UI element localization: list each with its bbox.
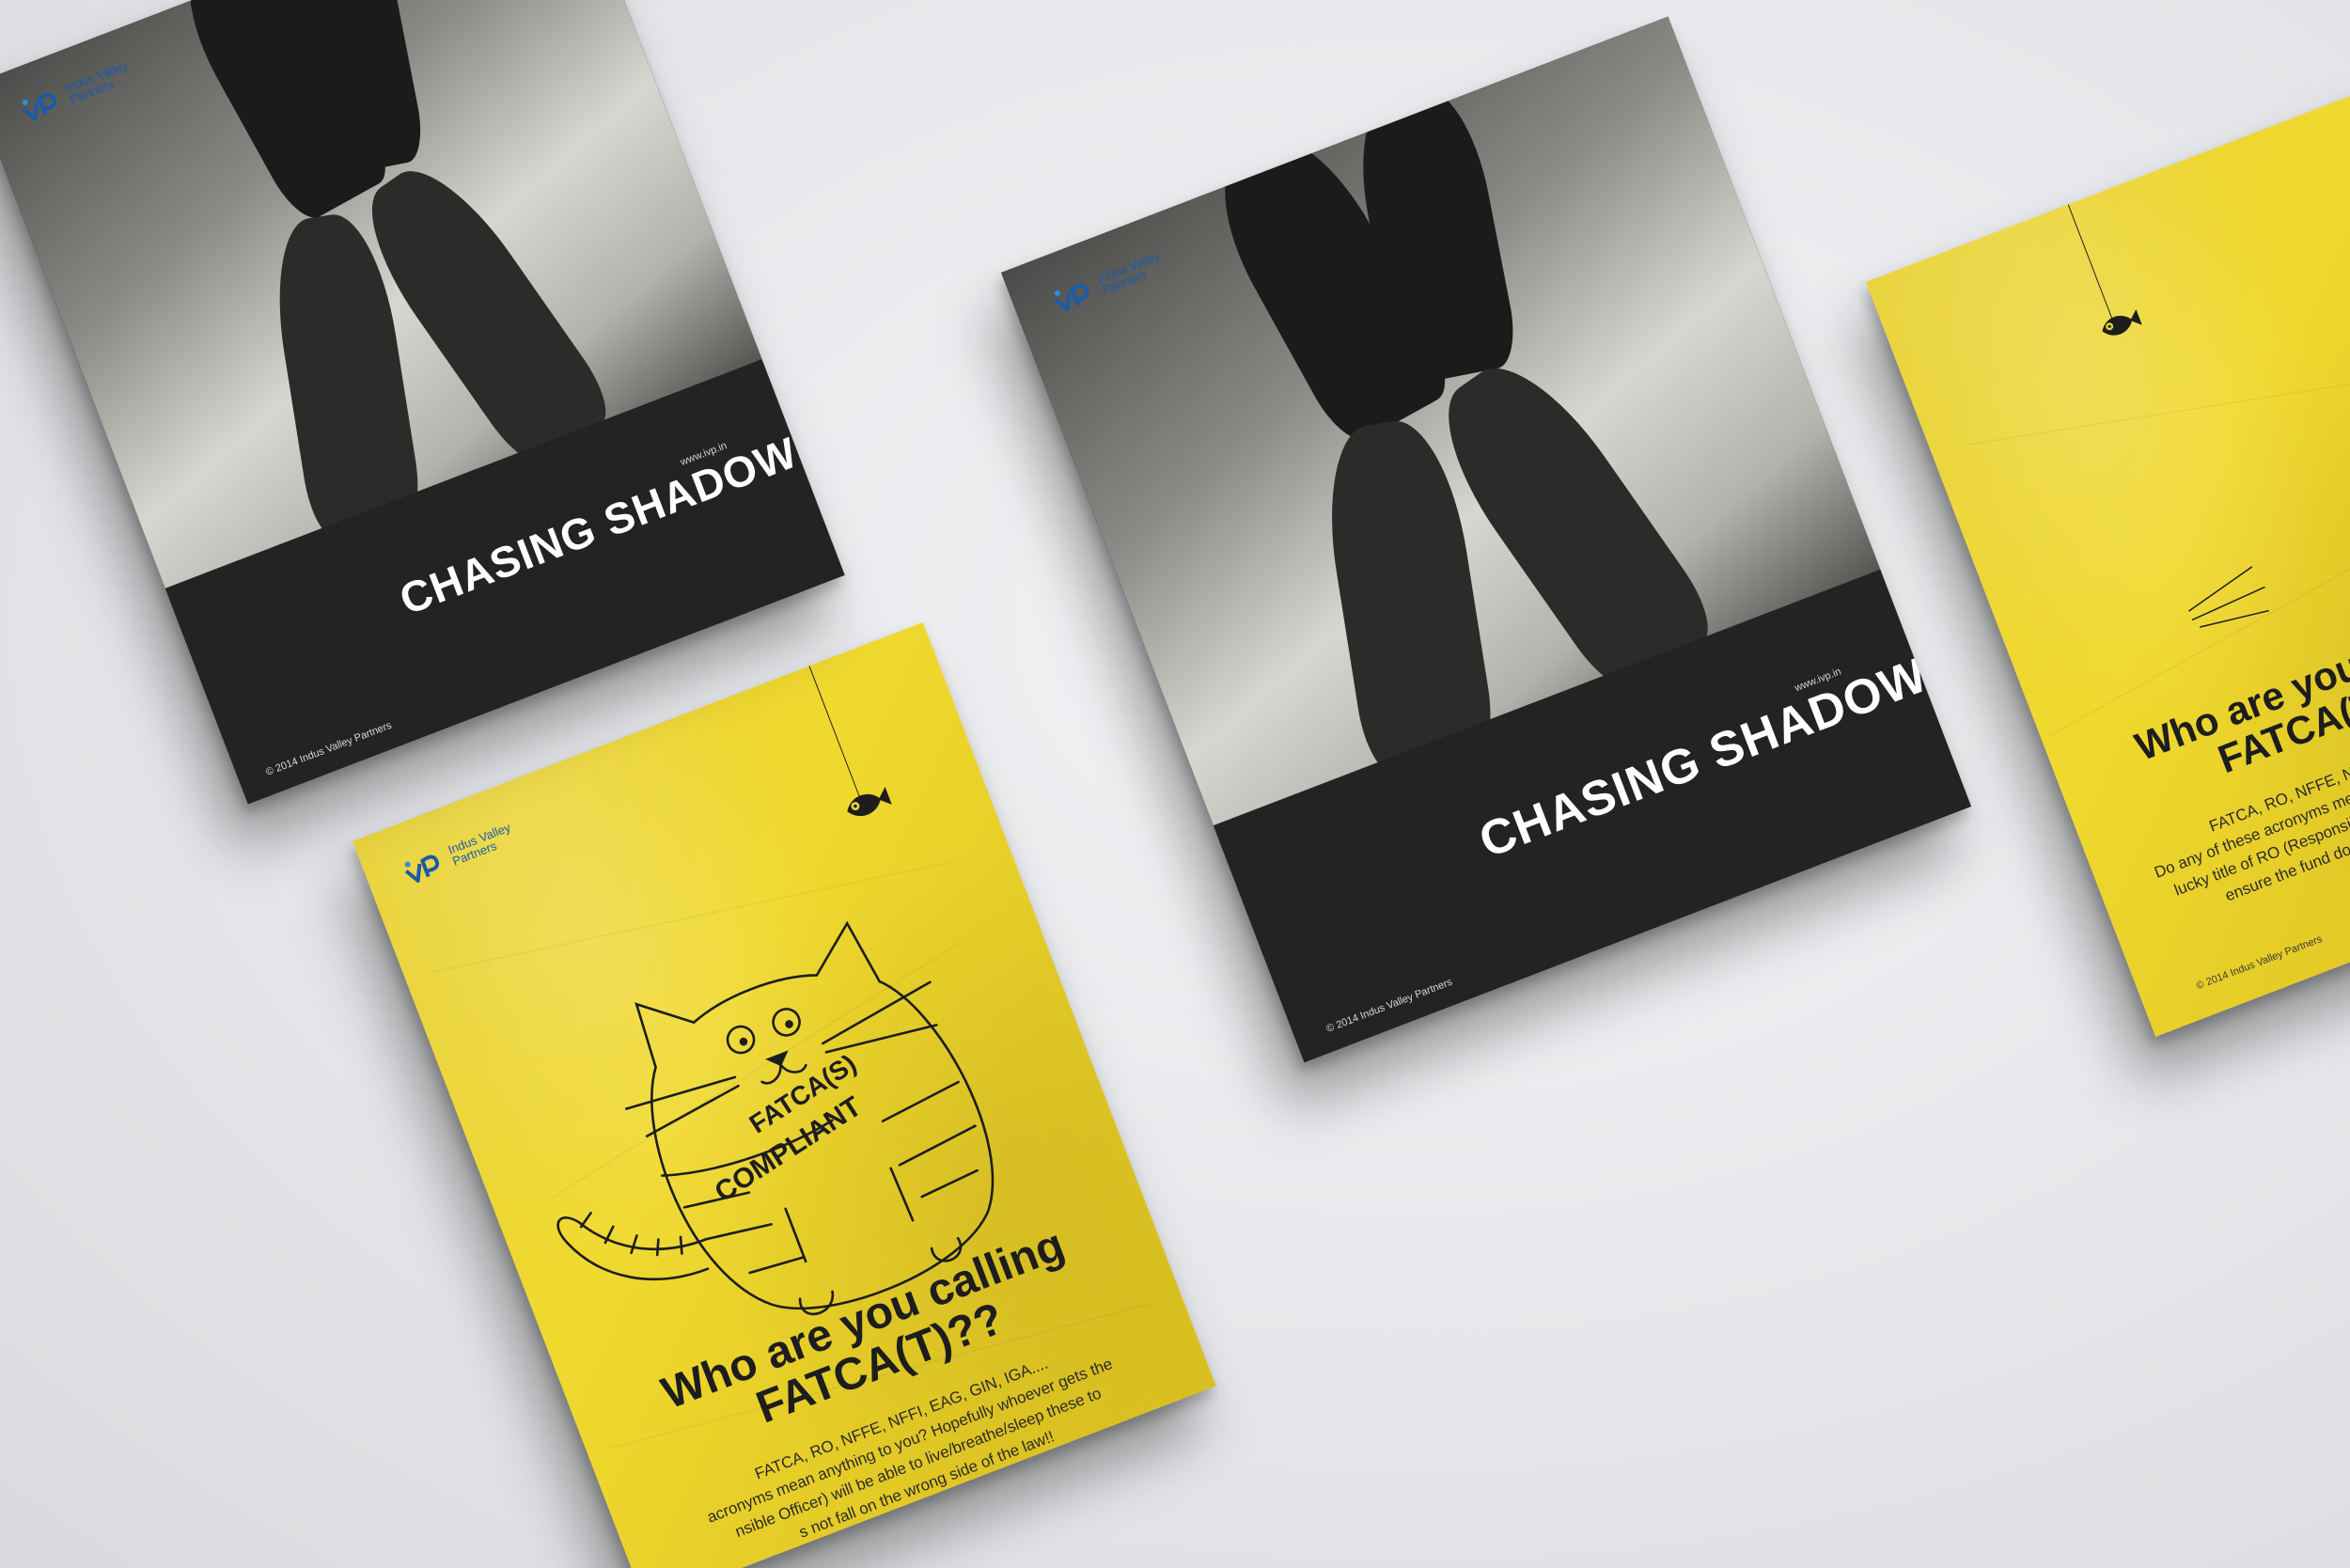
cat-whiskers-icon (2187, 566, 2269, 628)
fishing-line (2067, 204, 2113, 319)
fishing-line (808, 666, 861, 798)
dark-booklet-right: Indus Valley Partners CHASING SHADOWS ww… (1001, 16, 1972, 1063)
company-logo: Indus Valley Partners (400, 820, 517, 886)
fish-icon (2102, 308, 2142, 336)
mockup-scene: Who are you calling FATCA(T)?? FATCA, RO… (0, 0, 2350, 1568)
ivp-logo-icon (400, 846, 450, 886)
yellow-booklet-front: Indus Valley Partners FATCA(S) COMPLIANT… (352, 622, 1216, 1568)
copyright-text: © 2014 Indus Valley Partners (2194, 933, 2325, 993)
yellow-booklet-back: Who are you calling FATCA(T)?? FATCA, RO… (1866, 79, 2350, 1037)
dark-booklet-left: Indus Valley Partners CHASING SHADOWS ww… (0, 0, 845, 805)
fish-icon (847, 787, 892, 816)
